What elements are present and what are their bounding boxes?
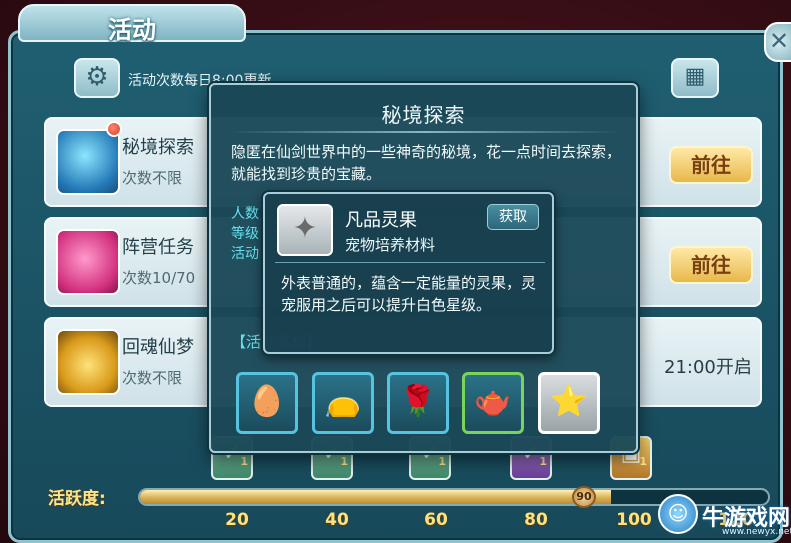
activity-label: 活跃度:	[48, 489, 106, 509]
tooltip-divider	[275, 262, 545, 263]
close-button[interactable]: ✕	[764, 22, 791, 62]
reward-slot[interactable]: 🫖	[462, 372, 524, 434]
activity-progress-fill	[140, 490, 611, 504]
egg-icon	[56, 129, 120, 195]
activity-name: 阵营任务	[122, 237, 194, 258]
gear-icon: ⚙	[85, 62, 109, 92]
notification-badge	[106, 121, 122, 137]
activity-count: 次数不限	[122, 169, 183, 187]
settings-button[interactable]: ⚙	[74, 58, 120, 98]
info-line: 等级	[231, 226, 259, 242]
rose-icon: 🌹	[399, 384, 437, 419]
window-title-tab: 活动	[18, 4, 246, 44]
calendar-icon: ▦	[684, 64, 706, 89]
teapot-icon: 🫖	[474, 384, 512, 419]
watermark-logo-icon: ☺	[658, 494, 698, 534]
watermark-url: www.newyx.net	[722, 527, 791, 537]
info-line: 活动	[231, 246, 259, 262]
heart-icon	[56, 229, 120, 295]
info-line: 人数	[231, 206, 259, 222]
popup-divider	[229, 131, 620, 133]
go-button[interactable]: 前往	[669, 246, 753, 284]
window-title: 活动	[108, 16, 156, 44]
popup-title: 秘境探索	[381, 103, 466, 127]
star-fruit-icon: ⭐	[550, 384, 588, 419]
activity-tick: 100	[616, 510, 652, 530]
go-button[interactable]: 前往	[669, 146, 753, 184]
activity-tick: 20	[225, 510, 249, 530]
item-tooltip: ✦ 凡品灵果 宠物培养材料 获取 外表普通的，蕴含一定能量的灵果，灵宠服用之后可…	[263, 192, 554, 354]
reward-slot[interactable]: 🥚	[236, 372, 298, 434]
open-time: 21:00开启	[664, 357, 752, 378]
reward-slot-selected[interactable]: ⭐	[538, 372, 600, 434]
activity-count: 次数不限	[122, 369, 183, 387]
calendar-button[interactable]: ▦	[671, 58, 719, 98]
activity-tick: 40	[325, 510, 349, 530]
popup-description: 隐匿在仙剑世界中的一些神奇的秘境，花一点时间去探索，就能找到珍贵的宝藏。	[231, 143, 622, 183]
star-fruit-icon: ✦	[277, 204, 333, 256]
reward-slot[interactable]: 👝	[312, 372, 374, 434]
item-description: 外表普通的，蕴含一定能量的灵果，灵宠服用之后可以提升白色星级。	[281, 274, 537, 314]
activity-name: 回魂仙梦	[122, 337, 194, 358]
activity-tick: 60	[424, 510, 448, 530]
item-name: 凡品灵果	[345, 210, 417, 231]
get-button[interactable]: 获取	[487, 204, 539, 230]
crystal-icon	[56, 329, 120, 395]
activity-tick: 80	[524, 510, 548, 530]
pouch-icon: 👝	[324, 384, 362, 419]
activity-progress-marker: 90	[572, 486, 596, 508]
egg-icon: 🥚	[248, 384, 286, 419]
activity-count: 次数10/70	[122, 269, 196, 287]
activity-name: 秘境探索	[122, 137, 194, 158]
item-type: 宠物培养材料	[345, 236, 436, 254]
reward-slot[interactable]: 🌹	[387, 372, 449, 434]
